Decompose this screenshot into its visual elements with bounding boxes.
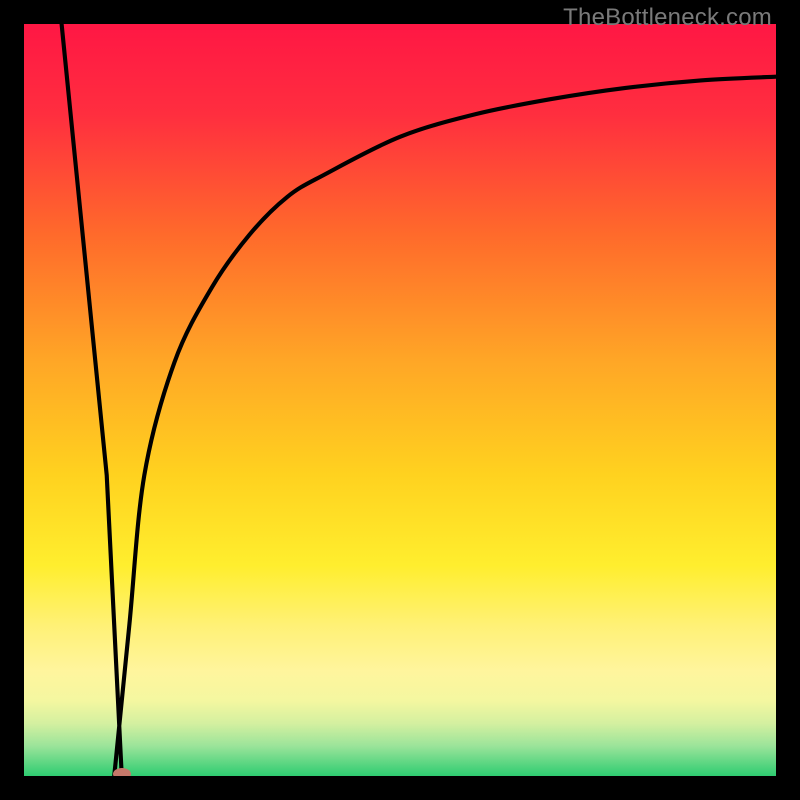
chart-frame: TheBottleneck.com	[0, 0, 800, 800]
watermark-text: TheBottleneck.com	[563, 4, 772, 32]
curve-layer	[24, 24, 776, 776]
vertex-marker	[113, 768, 131, 776]
curve-line	[62, 24, 776, 776]
plot-area	[24, 24, 776, 776]
